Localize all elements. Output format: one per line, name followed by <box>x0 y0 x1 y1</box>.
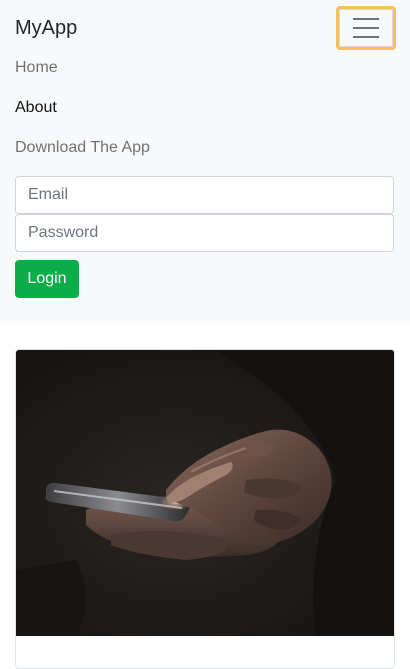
nav-link-download-app[interactable]: Download The App <box>15 138 150 158</box>
nav-link-about[interactable]: About <box>15 98 57 118</box>
login-button[interactable]: Login <box>15 260 79 298</box>
navbar-toggler-button[interactable] <box>336 6 396 50</box>
brand-logo-text[interactable]: MyApp <box>15 15 77 41</box>
password-input[interactable] <box>15 214 394 252</box>
hero-card <box>15 349 395 669</box>
email-input[interactable] <box>15 176 394 214</box>
nav-link-home[interactable]: Home <box>15 58 58 78</box>
hero-image <box>16 350 394 636</box>
hamburger-menu-icon <box>353 18 379 38</box>
navbar: MyApp Home About Download The App Login <box>0 0 410 322</box>
